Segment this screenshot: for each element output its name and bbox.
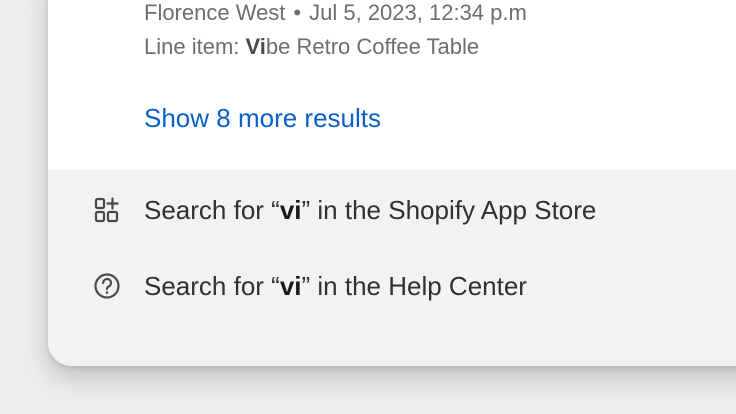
search-query: vi (279, 194, 302, 225)
label-prefix: Search for “ (144, 270, 280, 301)
help-center-search-label: Search for “vi” in the Help Center (144, 271, 527, 302)
line-item-prefix: Line item: (144, 34, 246, 59)
result-meta: Florence West • Jul 5, 2023, 12:34 p.m (144, 0, 527, 26)
search-footer: Search for “vi” in the Shopify App Store… (48, 170, 736, 366)
app-store-search-label: Search for “vi” in the Shopify App Store (144, 195, 596, 226)
results-section: Florence West • Jul 5, 2023, 12:34 p.m Lin… (48, 0, 736, 170)
result-line-item: Line item: Vibe Retro Coffee Table (144, 34, 479, 60)
line-item-match: Vi (245, 34, 266, 59)
meta-separator: • (293, 0, 302, 25)
result-date: Jul 5, 2023, 12:34 p.m (309, 0, 527, 25)
result-author: Florence West (144, 0, 286, 25)
help-circle-icon (92, 271, 122, 301)
label-suffix: ” in the Shopify App Store (301, 194, 597, 225)
show-more-results-link[interactable]: Show 8 more results (144, 103, 381, 134)
label-suffix: ” in the Help Center (301, 270, 527, 301)
search-app-store-item[interactable]: Search for “vi” in the Shopify App Store (48, 182, 736, 238)
search-query: vi (279, 270, 302, 301)
app-store-icon (92, 195, 122, 225)
line-item-rest: be Retro Coffee Table (265, 34, 480, 59)
label-prefix: Search for “ (144, 194, 280, 225)
search-results-panel: Florence West • Jul 5, 2023, 12:34 p.m Lin… (48, 0, 736, 366)
search-help-center-item[interactable]: Search for “vi” in the Help Center (48, 258, 736, 314)
